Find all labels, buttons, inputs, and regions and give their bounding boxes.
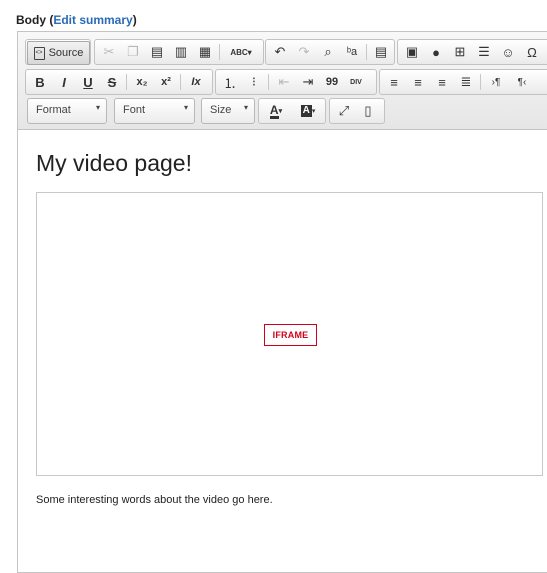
separator <box>480 74 481 90</box>
chevron-down-icon: ▾ <box>243 103 248 112</box>
special-char-label: Ω <box>527 44 537 60</box>
source-group: <> Source <box>25 39 91 65</box>
alignment-group: ≡ ≡ ≡ ≣ ›¶ ¶‹ <box>379 69 547 95</box>
iframe-placeholder[interactable]: IFRAME <box>36 192 543 476</box>
bg-color-letter: A <box>300 105 312 117</box>
blockquote-button[interactable]: 99 <box>320 70 344 94</box>
replace-icon[interactable]: ᵇa <box>340 40 364 64</box>
edit-summary-link[interactable]: Edit summary <box>53 13 132 27</box>
justify-icon[interactable]: ≣ <box>454 70 478 94</box>
bidi-rtl-button[interactable]: ¶‹ <box>510 70 534 94</box>
align-center-icon[interactable]: ≡ <box>406 70 430 94</box>
chevron-down-icon: ▾ <box>311 108 316 115</box>
undo-group: ↶ ↷ ⌕ ᵇa ▤ <box>265 39 395 65</box>
undo-icon[interactable]: ↶ <box>268 40 292 64</box>
image-icon[interactable]: ▣ <box>400 40 424 64</box>
source-doc-icon: <> <box>33 46 45 60</box>
redo-icon[interactable]: ↷ <box>292 40 316 64</box>
spellcheck-label: ABC <box>230 47 248 57</box>
subscript-button[interactable]: x₂ <box>130 70 154 94</box>
tools-group: ⤢ ▯ <box>329 98 385 124</box>
text-color-button[interactable]: A ▾ <box>261 99 291 123</box>
show-blocks-icon[interactable]: ▯ <box>356 99 380 123</box>
bold-button[interactable]: B <box>28 70 52 94</box>
copy-icon[interactable]: ❐ <box>121 40 145 64</box>
table-icon[interactable]: ⊞ <box>448 40 472 64</box>
color-group: A ▾ A ▾ <box>258 98 326 124</box>
bidi-ltr-button[interactable]: ›¶ <box>484 70 508 94</box>
size-label: Size <box>210 104 232 116</box>
maximize-icon[interactable]: ⤢ <box>332 99 356 123</box>
horizontal-rule-icon[interactable]: ☰ <box>472 40 496 64</box>
content-heading: My video page! <box>36 150 192 176</box>
chevron-down-icon: ▾ <box>278 108 283 115</box>
field-label-text: Body <box>16 13 46 27</box>
separator <box>366 44 367 60</box>
font-dropdown[interactable]: Font ▾ <box>114 98 195 124</box>
separator <box>180 74 181 90</box>
strike-button[interactable]: S <box>100 70 124 94</box>
editor-content[interactable]: My video page! IFRAME Some interesting w… <box>18 130 547 572</box>
spellcheck-icon[interactable]: ABC ▾ <box>223 40 259 64</box>
paste-icon[interactable]: ▤ <box>145 40 169 64</box>
smiley-icon[interactable]: ☺ <box>496 40 520 64</box>
bg-color-button[interactable]: A ▾ <box>293 99 323 123</box>
text-color-letter: A <box>269 102 279 119</box>
align-right-icon[interactable]: ≡ <box>430 70 454 94</box>
paste-text-icon[interactable]: ▥ <box>169 40 193 64</box>
indent-icon[interactable]: ⇥ <box>296 70 320 94</box>
remove-format-button[interactable]: Ix <box>184 70 208 94</box>
div-button[interactable]: DIV <box>344 70 368 94</box>
insert-group: ▣ ● ⊞ ☰ ☺ Ω <box>397 39 547 65</box>
superscript-button[interactable]: x² <box>154 70 178 94</box>
separator <box>219 44 220 60</box>
underline-button[interactable]: U <box>76 70 100 94</box>
chevron-down-icon: ▾ <box>95 103 100 112</box>
select-all-icon[interactable]: ▤ <box>369 40 393 64</box>
field-label: Body (Edit summary) <box>16 13 137 27</box>
chevron-down-icon: ▾ <box>183 103 188 112</box>
italic-button[interactable]: I <box>52 70 76 94</box>
paste-word-icon[interactable]: ▦ <box>193 40 217 64</box>
separator <box>126 74 127 90</box>
find-icon[interactable]: ⌕ <box>316 40 340 64</box>
bulleted-list-icon[interactable]: ⁝ <box>242 70 266 94</box>
iframe-label: IFRAME <box>264 324 317 346</box>
numbered-list-icon[interactable]: ⒈ <box>218 70 242 94</box>
font-label: Font <box>123 104 146 116</box>
content-paragraph: Some interesting words about the video g… <box>36 494 273 506</box>
cut-icon[interactable]: ✂ <box>97 40 121 64</box>
clipboard-group: ✂ ❐ ▤ ▥ ▦ ABC ▾ <box>94 39 264 65</box>
separator <box>268 74 269 90</box>
format-label: Format <box>36 104 71 116</box>
source-button[interactable]: <> Source <box>27 41 90 65</box>
source-label: Source <box>48 47 84 59</box>
special-char-icon[interactable]: Ω <box>520 40 544 64</box>
format-dropdown[interactable]: Format ▾ <box>27 98 107 124</box>
rich-text-editor: <> Source ✂ ❐ ▤ ▥ ▦ ABC ▾ ↶ ↷ ⌕ ᵇa ▤ ▣ ●… <box>17 31 547 573</box>
outdent-icon[interactable]: ⇤ <box>272 70 296 94</box>
size-dropdown[interactable]: Size ▾ <box>201 98 255 124</box>
basic-styles-group: B I U S x₂ x² Ix <box>25 69 213 95</box>
close-paren: ) <box>132 13 137 27</box>
paragraph-group: ⒈ ⁝ ⇤ ⇥ 99 DIV <box>215 69 377 95</box>
align-left-icon[interactable]: ≡ <box>382 70 406 94</box>
flash-icon[interactable]: ● <box>424 40 448 64</box>
editor-toolbar: <> Source ✂ ❐ ▤ ▥ ▦ ABC ▾ ↶ ↷ ⌕ ᵇa ▤ ▣ ●… <box>18 32 547 130</box>
